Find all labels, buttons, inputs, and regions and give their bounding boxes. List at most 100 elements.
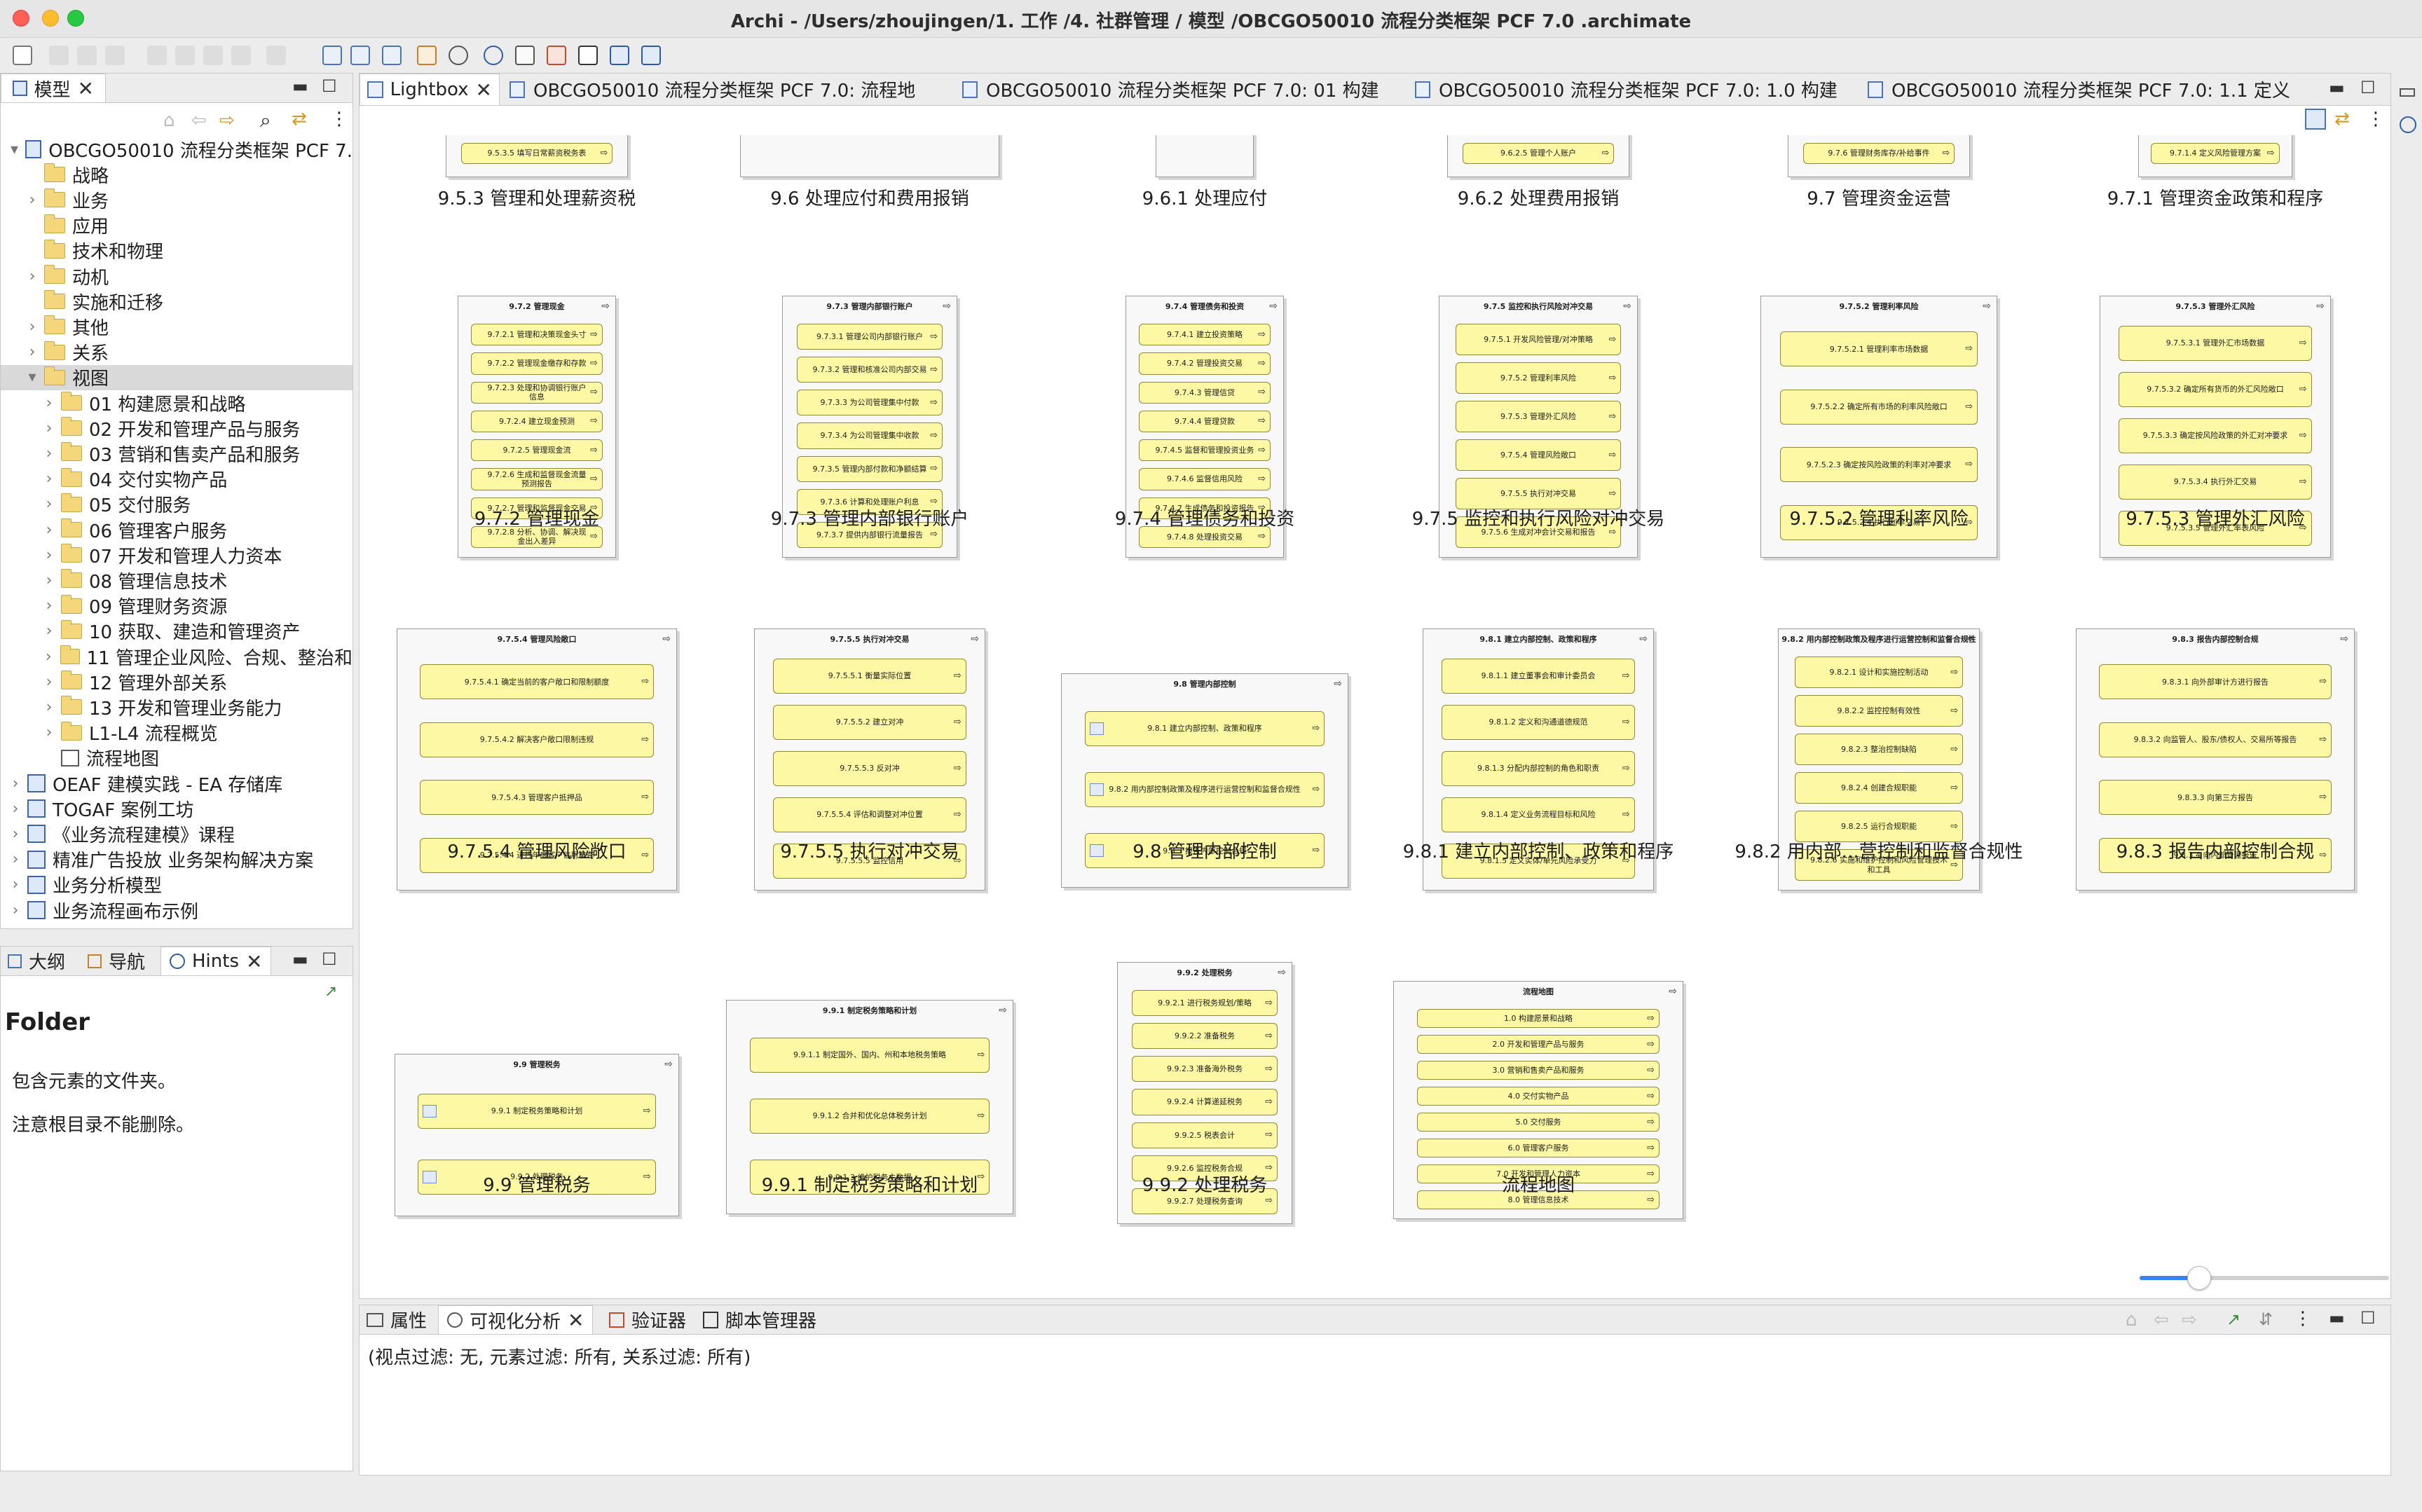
diagram-thumbnail[interactable]: 9.7.1.4 定义风险管理方案 (2138, 135, 2292, 177)
tab-view-1-0[interactable]: OBCGO50010 流程分类框架 PCF 7.0: 1.0 构建 (1415, 74, 1838, 105)
expand-icon[interactable]: › (41, 470, 57, 488)
expand-icon[interactable]: › (8, 876, 23, 893)
expand-icon[interactable]: › (41, 699, 57, 716)
tree-item[interactable]: › 05 交付服务 (1, 492, 353, 517)
tab-navigator[interactable]: 导航 (88, 947, 145, 975)
diagram-thumbnail[interactable]: 9.7.6 管理财务库存/补给事件 (1788, 135, 1970, 177)
maximize-icon[interactable]: ☐ (2360, 78, 2376, 97)
expand-icon[interactable]: ▾ (8, 141, 21, 158)
tree-item[interactable]: › 12 管理外部关系 (1, 669, 353, 694)
link-editor-icon[interactable]: ⇄ (292, 109, 307, 130)
open-link-icon[interactable]: ↗ (324, 983, 337, 1001)
tree-item[interactable]: › 业务分析模型 (1, 872, 353, 898)
tree-item[interactable]: › 10 获取、建造和管理资产 (1, 619, 353, 644)
tree-item[interactable]: › 业务 (1, 187, 353, 212)
expand-icon[interactable]: › (8, 902, 23, 919)
expand-icon[interactable]: › (41, 673, 57, 691)
delete-icon[interactable] (231, 46, 251, 65)
open-link-icon[interactable]: ↗ (2226, 1310, 2240, 1329)
expand-icon[interactable]: › (41, 547, 57, 564)
help-icon[interactable] (2400, 116, 2416, 133)
diagram-thumbnail[interactable] (1156, 135, 1254, 177)
forward-icon[interactable]: ⇨ (2182, 1310, 2197, 1331)
palette-icon[interactable] (449, 46, 468, 65)
tree-item[interactable]: › 11 管理企业风险、合规、整治和 (1, 644, 353, 669)
tab-visualiser[interactable]: 可视化分析 ✕ (438, 1305, 594, 1334)
outline-icon[interactable] (382, 46, 402, 65)
expand-icon[interactable]: › (41, 622, 57, 640)
tree-item[interactable]: 实施和迁移 (1, 289, 353, 314)
tree-item[interactable]: › L1-L4 流程概览 (1, 720, 353, 745)
search-icon[interactable]: ⌕ (260, 109, 271, 132)
properties-icon[interactable] (350, 46, 370, 65)
tree-item[interactable]: › 01 构建愿景和战略 (1, 390, 353, 415)
expand-icon[interactable]: › (8, 851, 23, 868)
info-icon[interactable] (484, 46, 503, 65)
validator-icon[interactable] (547, 46, 566, 65)
script-icon[interactable] (578, 46, 598, 65)
sync-icon[interactable]: ⇄ (2334, 109, 2350, 130)
tree-item[interactable]: › 03 营销和售卖产品和服务 (1, 441, 353, 466)
tree-item[interactable]: 技术和物理 (1, 238, 353, 263)
tab-lightbox[interactable]: Lightbox ✕ (360, 74, 500, 105)
cut-icon[interactable] (147, 46, 167, 65)
expand-icon[interactable]: › (41, 394, 57, 412)
undo-icon[interactable] (77, 46, 97, 65)
tree-item[interactable]: › 07 开发和管理人力资本 (1, 542, 353, 568)
tab-properties[interactable]: 属性 (367, 1305, 427, 1334)
expand-icon[interactable]: › (41, 648, 56, 666)
filter-icon[interactable]: ⇵ (2259, 1310, 2273, 1329)
view-menu-icon[interactable]: ⋮ (2294, 1308, 2312, 1329)
close-icon[interactable]: ✕ (568, 1309, 584, 1332)
maximize-icon[interactable]: ☐ (322, 949, 337, 969)
copy-icon[interactable] (175, 46, 195, 65)
view-menu-icon[interactable]: ⋮ (2367, 109, 2385, 130)
tree-item[interactable]: › 13 开发和管理业务能力 (1, 694, 353, 720)
tree-item[interactable]: › 02 开发和管理产品与服务 (1, 415, 353, 441)
tree-item[interactable]: 流程地图 (1, 745, 353, 771)
tree-item[interactable]: › 06 管理客户服务 (1, 517, 353, 542)
redo-icon[interactable] (105, 46, 125, 65)
expand-icon[interactable]: › (41, 572, 57, 589)
expand-icon[interactable]: › (8, 775, 23, 792)
tree-item[interactable]: › 《业务流程建模》课程 (1, 821, 353, 846)
minimize-icon[interactable]: ▬ (2329, 1308, 2345, 1328)
tree-item[interactable]: › 关系 (1, 340, 353, 365)
model-tree-icon[interactable] (322, 46, 342, 65)
expand-icon[interactable]: › (25, 191, 40, 209)
navigator-icon[interactable] (417, 46, 437, 65)
tree-item[interactable]: › 精准广告投放 业务架构解决方案 (1, 847, 353, 872)
expand-icon[interactable]: › (41, 495, 57, 513)
zoom-slider[interactable] (2140, 1266, 2389, 1290)
export-icon[interactable] (641, 46, 661, 65)
tab-hints[interactable]: Hints ✕ (160, 947, 272, 975)
tree-item[interactable]: ▾ OBCGO50010 流程分类框架 PCF 7. (1, 137, 353, 162)
expand-icon[interactable]: › (41, 521, 57, 539)
home-icon[interactable]: ⌂ (163, 110, 175, 131)
expand-icon[interactable]: › (41, 420, 57, 437)
new-icon[interactable] (13, 46, 32, 65)
maximize-icon[interactable]: ☐ (2360, 1308, 2376, 1328)
expand-icon[interactable]: › (25, 268, 40, 285)
tab-model[interactable]: 模型 ✕ (1, 74, 106, 102)
tree-item[interactable]: › 09 管理财务资源 (1, 593, 353, 619)
restore-icon[interactable] (2400, 88, 2415, 97)
tab-outline[interactable]: 大纲 (8, 947, 65, 975)
tab-view-1-1[interactable]: OBCGO50010 流程分类框架 PCF 7.0: 1.1 定义 (1868, 74, 2290, 105)
back-icon[interactable]: ⇦ (191, 110, 207, 131)
expand-icon[interactable]: › (25, 343, 40, 361)
expand-icon[interactable]: › (41, 597, 57, 614)
expand-icon[interactable]: ▾ (25, 369, 40, 386)
expand-icon[interactable]: › (25, 318, 40, 336)
save-icon[interactable] (49, 46, 69, 65)
minimize-icon[interactable]: ▬ (292, 76, 308, 96)
presentation-icon[interactable] (610, 46, 629, 65)
tab-validator[interactable]: 验证器 (609, 1305, 686, 1334)
paste-icon[interactable] (203, 46, 223, 65)
tree-item[interactable]: › 业务流程画布示例 (1, 898, 353, 923)
expand-icon[interactable]: › (41, 724, 57, 741)
view-menu-icon[interactable]: ⋮ (330, 109, 348, 130)
expand-icon[interactable]: › (8, 825, 23, 843)
tree-item[interactable]: ▾ 视图 (1, 364, 353, 390)
tab-view-01[interactable]: OBCGO50010 流程分类框架 PCF 7.0: 01 构建 (962, 74, 1379, 105)
